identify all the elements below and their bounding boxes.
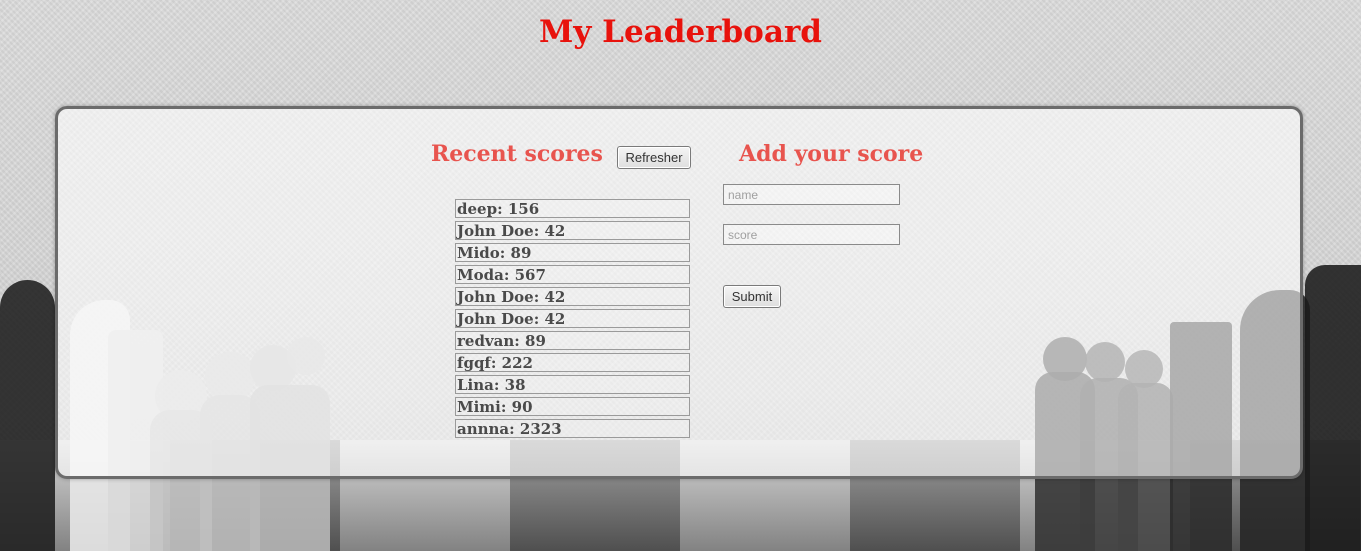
score-list-item: Lina: 38	[455, 375, 690, 394]
score-list-item: Mido: 89	[455, 243, 690, 262]
score-list-item: fgqf: 222	[455, 353, 690, 372]
score-list-item: deep: 156	[455, 199, 690, 218]
score-list-item: John Doe: 42	[455, 309, 690, 328]
scores-list: deep: 156 John Doe: 42 Mido: 89 Moda: 567 Jo…	[455, 199, 690, 441]
name-input[interactable]	[723, 184, 900, 205]
score-list-item: redvan: 89	[455, 331, 690, 350]
score-list-item: Moda: 567	[455, 265, 690, 284]
score-input[interactable]	[723, 224, 900, 245]
add-score-heading: Add your score	[739, 141, 924, 167]
refresh-button[interactable]: Refresher	[617, 146, 691, 169]
score-list-item: John Doe: 42	[455, 287, 690, 306]
score-list-item: John Doe: 42	[455, 221, 690, 240]
submit-button[interactable]: Submit	[723, 285, 781, 308]
score-list-item: annna: 2323	[455, 419, 690, 438]
page-title: My Leaderboard	[539, 14, 822, 50]
score-list-item: Mimi: 90	[455, 397, 690, 416]
recent-scores-heading: Recent scores	[431, 141, 603, 167]
